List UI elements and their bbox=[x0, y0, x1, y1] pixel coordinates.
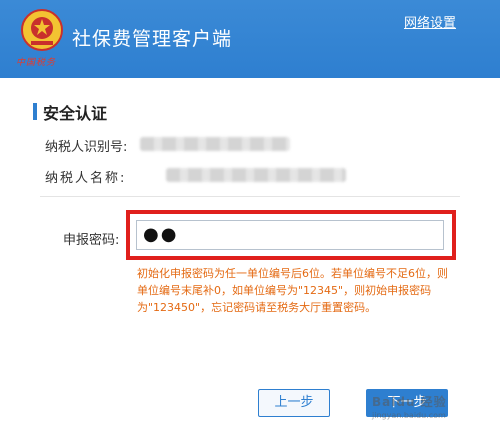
watermark-url: jingyan.baidu.com bbox=[372, 411, 446, 420]
tax-emblem-icon bbox=[21, 9, 63, 51]
password-hint: 初始化申报密码为任一单位编号后6位。若单位编号不足6位，则单位编号末尾补0，如单… bbox=[137, 267, 448, 314]
taxpayer-id-value-redacted bbox=[140, 137, 290, 151]
dialog-window: 中国税务 社保费管理客户端 网络设置 安全认证 纳税人识别号: 纳税人名称: 申… bbox=[0, 0, 500, 434]
taxpayer-id-label: 纳税人识别号: bbox=[45, 140, 128, 155]
taxpayer-name-value-redacted bbox=[166, 168, 346, 182]
section-title: 安全认证 bbox=[43, 104, 108, 123]
divider bbox=[40, 196, 460, 197]
password-input[interactable]: ●● bbox=[136, 220, 444, 250]
network-settings-link[interactable]: 网络设置 bbox=[404, 12, 456, 31]
section-accent-bar bbox=[33, 103, 37, 120]
title-bar: 中国税务 社保费管理客户端 网络设置 bbox=[0, 0, 500, 78]
app-title: 社保费管理客户端 bbox=[72, 28, 233, 50]
taxpayer-name-label: 纳税人名称: bbox=[45, 171, 127, 186]
logo-script-text: 中国税务 bbox=[16, 58, 57, 68]
watermark-logo: Baidu 经验 bbox=[372, 395, 447, 409]
password-label: 申报密码: bbox=[63, 233, 120, 248]
prev-button[interactable]: 上一步 bbox=[258, 389, 330, 417]
